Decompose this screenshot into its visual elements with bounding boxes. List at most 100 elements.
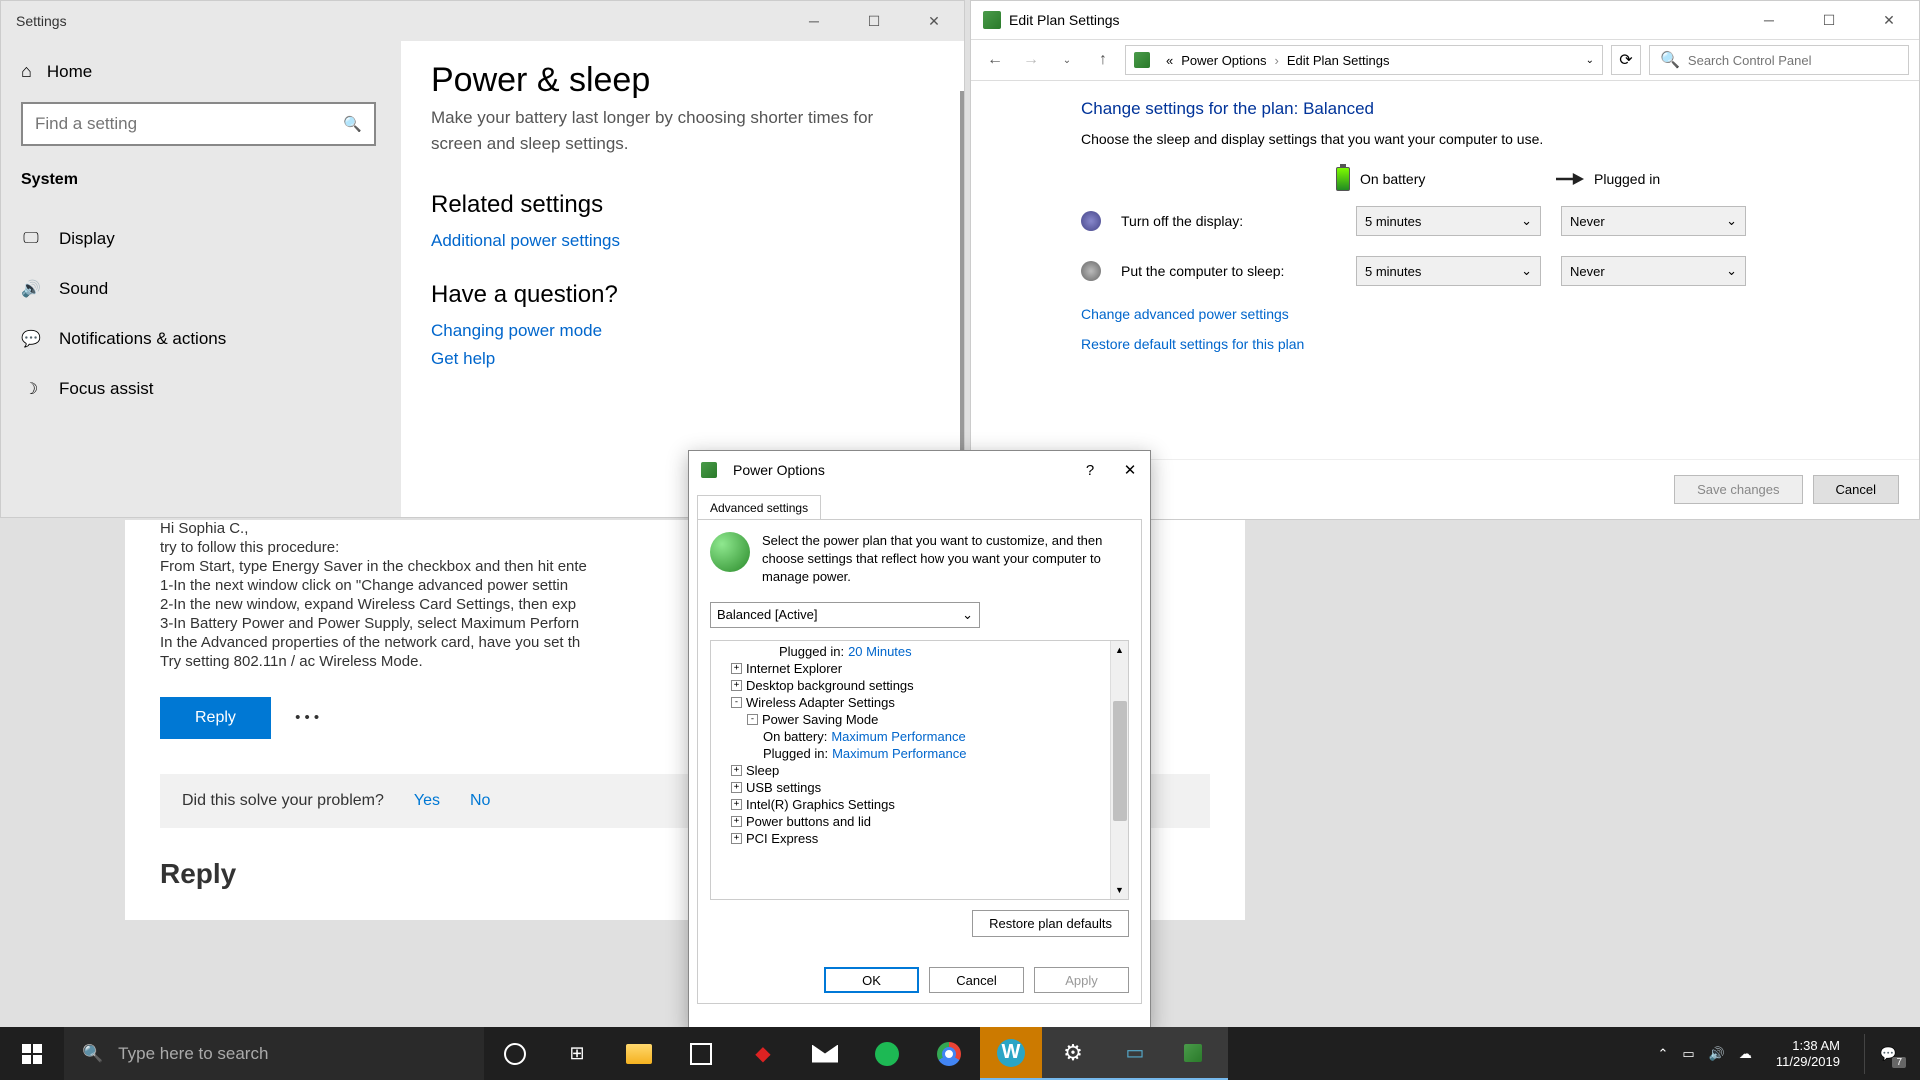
home-link[interactable]: ⌂ Home [21, 61, 381, 82]
get-help-link[interactable]: Get help [431, 349, 934, 369]
scroll-down-icon[interactable]: ▼ [1111, 881, 1128, 899]
apply-button[interactable]: Apply [1034, 967, 1129, 993]
maximize-button[interactable]: ☐ [844, 1, 904, 41]
sleep-row: Put the computer to sleep: 5 minutes⌄ Ne… [1081, 256, 1809, 286]
gear-icon: ⚙ [1063, 1040, 1083, 1066]
onedrive-tray-icon[interactable]: ☁ [1739, 1046, 1752, 1062]
nav-notifications[interactable]: 💬Notifications & actions [21, 314, 381, 364]
power-options-taskbar-button[interactable] [1166, 1027, 1228, 1080]
settings-search-box[interactable]: 🔍 [21, 102, 376, 146]
mail-button[interactable] [794, 1027, 856, 1080]
additional-power-link[interactable]: Additional power settings [431, 231, 934, 251]
tree-value[interactable]: Plugged in: Maximum Performance [715, 745, 1108, 762]
chevron-down-icon: ⌄ [1521, 213, 1532, 229]
close-button[interactable]: ✕ [904, 1, 964, 41]
up-button[interactable]: ↑ [1089, 46, 1117, 74]
tree-scrollbar[interactable]: ▲ ▼ [1110, 641, 1128, 899]
tree-item[interactable]: +Internet Explorer [715, 660, 1108, 677]
close-button[interactable]: ✕ [1110, 461, 1150, 479]
tree-item[interactable]: +Sleep [715, 762, 1108, 779]
forward-button[interactable]: → [1017, 46, 1045, 74]
refresh-button[interactable]: ⟳ [1611, 45, 1641, 75]
bc-power-options[interactable]: Power Options [1181, 53, 1266, 68]
cp-search-input[interactable] [1688, 53, 1898, 68]
scroll-thumb[interactable] [1113, 701, 1127, 821]
cancel-button[interactable]: Cancel [1813, 475, 1899, 504]
po-titlebar: Power Options ? ✕ [689, 451, 1150, 489]
restore-defaults-link[interactable]: Restore default settings for this plan [1081, 336, 1809, 352]
nav-focus-assist[interactable]: ☽Focus assist [21, 364, 381, 414]
nav-display[interactable]: 🖵Display [21, 214, 381, 264]
settings-taskbar-button[interactable]: ⚙ [1042, 1027, 1104, 1080]
yes-link[interactable]: Yes [414, 792, 440, 810]
tree-value[interactable]: On battery: Maximum Performance [715, 728, 1108, 745]
breadcrumb[interactable]: « Power Options › Edit Plan Settings ⌄ [1125, 45, 1603, 75]
maximize-button[interactable]: ☐ [1799, 0, 1859, 40]
clock[interactable]: 1:38 AM 11/29/2019 [1766, 1038, 1850, 1069]
cancel-button[interactable]: Cancel [929, 967, 1024, 993]
expand-icon[interactable]: + [731, 833, 742, 844]
recent-dropdown[interactable]: ⌄ [1053, 46, 1081, 74]
plan-select-dropdown[interactable]: Balanced [Active] ⌄ [710, 602, 980, 628]
tree-item[interactable]: -Power Saving Mode [715, 711, 1108, 728]
start-button[interactable] [0, 1027, 64, 1080]
help-button[interactable]: ? [1070, 462, 1110, 479]
file-explorer-button[interactable] [608, 1027, 670, 1080]
no-link[interactable]: No [470, 792, 490, 810]
battery-tray-icon[interactable]: ▭ [1682, 1046, 1694, 1062]
bc-edit-plan[interactable]: Edit Plan Settings [1287, 53, 1390, 68]
display-battery-select[interactable]: 5 minutes⌄ [1356, 206, 1541, 236]
save-changes-button[interactable]: Save changes [1674, 475, 1802, 504]
app-button[interactable]: ◆ [732, 1027, 794, 1080]
expand-icon[interactable]: + [731, 663, 742, 674]
control-panel-taskbar-button[interactable]: ▭ [1104, 1027, 1166, 1080]
control-panel-search[interactable]: 🔍 [1649, 45, 1909, 75]
settings-tree[interactable]: Plugged in: 20 Minutes +Internet Explore… [710, 640, 1129, 900]
sleep-plugged-select[interactable]: Never⌄ [1561, 256, 1746, 286]
advanced-link[interactable]: Change advanced power settings [1081, 306, 1809, 322]
taskbar-search[interactable]: 🔍 Type here to search [64, 1027, 484, 1080]
advanced-settings-tab[interactable]: Advanced settings [697, 495, 821, 520]
red-app-icon: ◆ [755, 1041, 770, 1066]
tree-item[interactable]: +Power buttons and lid [715, 813, 1108, 830]
collapse-icon[interactable]: - [731, 697, 742, 708]
power-options-dialog: Power Options ? ✕ Advanced settings Sele… [688, 450, 1151, 1030]
chrome-button[interactable] [918, 1027, 980, 1080]
display-plugged-select[interactable]: Never⌄ [1561, 206, 1746, 236]
more-button[interactable]: • • • [275, 697, 339, 738]
tree-item[interactable]: -Wireless Adapter Settings [715, 694, 1108, 711]
tree-item[interactable]: +PCI Express [715, 830, 1108, 847]
minimize-button[interactable]: ─ [1739, 0, 1799, 40]
sleep-battery-select[interactable]: 5 minutes⌄ [1356, 256, 1541, 286]
action-center-button[interactable]: 💬 7 [1864, 1034, 1912, 1074]
expand-icon[interactable]: + [731, 799, 742, 810]
restore-plan-defaults-button[interactable]: Restore plan defaults [972, 910, 1129, 937]
tree-item[interactable]: +Intel(R) Graphics Settings [715, 796, 1108, 813]
store-button[interactable] [670, 1027, 732, 1080]
app-button-active[interactable]: W [980, 1027, 1042, 1080]
nav-sound[interactable]: 🔊Sound [21, 264, 381, 314]
back-button[interactable]: ← [981, 46, 1009, 74]
expand-icon[interactable]: + [731, 782, 742, 793]
expand-icon[interactable]: + [731, 765, 742, 776]
tree-item[interactable]: +USB settings [715, 779, 1108, 796]
volume-tray-icon[interactable]: 🔊 [1709, 1046, 1725, 1062]
expand-icon[interactable]: + [731, 816, 742, 827]
scroll-up-icon[interactable]: ▲ [1111, 641, 1128, 659]
tree-value[interactable]: Plugged in: 20 Minutes [715, 643, 1108, 660]
reply-button[interactable]: Reply [160, 697, 271, 739]
changing-power-link[interactable]: Changing power mode [431, 321, 934, 341]
chevron-down-icon[interactable]: ⌄ [1586, 55, 1594, 66]
spotify-button[interactable] [856, 1027, 918, 1080]
close-button[interactable]: ✕ [1859, 0, 1919, 40]
collapse-icon[interactable]: - [747, 714, 758, 725]
settings-search-input[interactable] [35, 114, 343, 134]
notification-badge: 7 [1892, 1057, 1906, 1068]
task-view-button[interactable]: ⊞ [546, 1027, 608, 1080]
cortana-button[interactable] [484, 1027, 546, 1080]
ok-button[interactable]: OK [824, 967, 919, 993]
expand-icon[interactable]: + [731, 680, 742, 691]
tree-item[interactable]: +Desktop background settings [715, 677, 1108, 694]
tray-chevron-icon[interactable]: ⌃ [1658, 1046, 1669, 1062]
minimize-button[interactable]: ─ [784, 1, 844, 41]
